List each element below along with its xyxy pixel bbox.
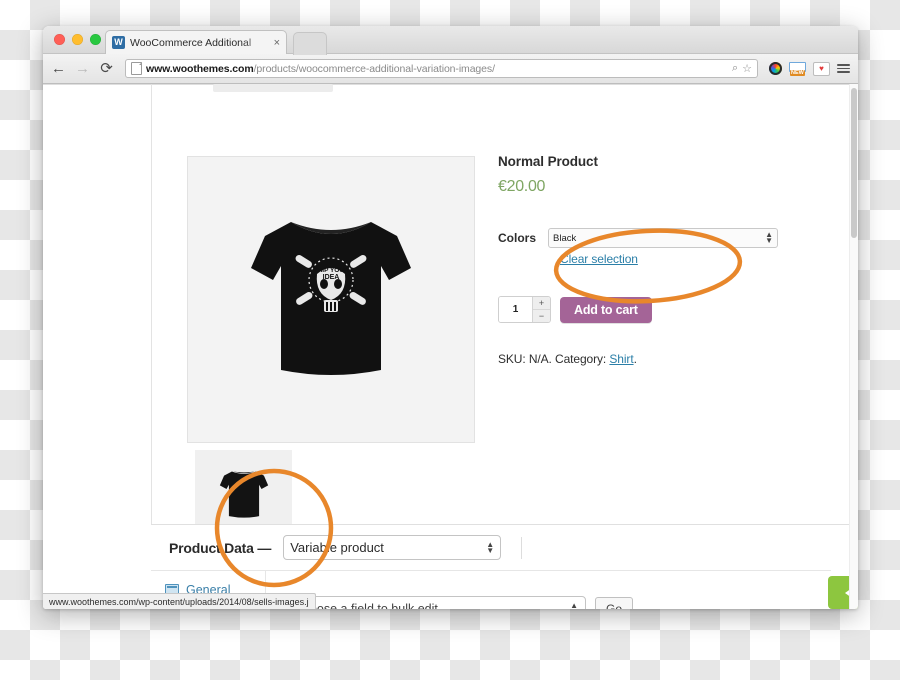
browser-toolbar: ← → ⟳ www.woothemes.com/products/woocomm… [43, 54, 858, 84]
quantity-stepper[interactable]: 1 + − [498, 296, 551, 323]
product-type-select[interactable]: Variable product ▲ ▼ [283, 535, 502, 560]
product-data-heading: Product Data — [169, 539, 272, 556]
heart-extension-icon[interactable]: ♥ [813, 61, 830, 76]
browser-titlebar: W WooCommerce Additional × [43, 26, 858, 55]
product-meta-sku: SKU: N/A. Category: [498, 352, 610, 366]
url-domain: www.woothemes.com [146, 62, 254, 75]
chevron-updown-icon: ▲▼ [570, 601, 578, 609]
status-bar: www.woothemes.com/wp-content/uploads/201… [43, 593, 316, 609]
browser-tab-title: WooCommerce Additional [130, 36, 252, 49]
quantity-buttons: + − [532, 297, 550, 322]
search-icon[interactable]: ⌕ [732, 62, 738, 75]
status-bar-url: www.woothemes.com/wp-content/uploads/201… [49, 596, 309, 607]
variation-attribute-row: Colors Black ▲ ▼ [498, 228, 828, 248]
url-path: /products/woocommerce-additional-variati… [253, 62, 495, 75]
quantity-value[interactable]: 1 [499, 297, 532, 322]
chevron-updown-icon: ▲▼ [486, 539, 495, 555]
product-meta: SKU: N/A. Category: Shirt. [498, 352, 828, 366]
bulk-edit-select[interactable]: Choose a field to bulk edit... ▲▼ [286, 596, 586, 609]
browser-tab[interactable]: W WooCommerce Additional × [105, 30, 287, 54]
tshirt-back-illustration [219, 471, 268, 518]
bulk-edit-row: Choose a field to bulk edit... ▲▼ Go [266, 571, 831, 609]
tshirt-front-illustration: SHIP YOUR IDEA [251, 221, 411, 375]
chevron-updown-icon: ▲▼ [765, 230, 774, 245]
product-main-image[interactable]: SHIP YOUR IDEA [187, 156, 475, 443]
page-scrollbar-thumb[interactable] [851, 88, 857, 238]
page-placeholder-bar [213, 84, 333, 92]
woocommerce-favicon: W [112, 36, 125, 49]
product-meta-period: . [633, 352, 637, 366]
maximize-window-button[interactable] [90, 34, 101, 45]
bulk-edit-value: Choose a field to bulk edit... [294, 602, 449, 609]
minimize-window-button[interactable] [72, 34, 83, 45]
browser-window: W WooCommerce Additional × ← → ⟳ www.woo… [43, 26, 858, 609]
quantity-increment-button[interactable]: + [533, 297, 550, 310]
forward-icon[interactable]: → [75, 61, 90, 76]
product-summary: Normal Product €20.00 Colors Black ▲ ▼ Cl… [498, 154, 828, 366]
page-info-icon [131, 62, 142, 75]
bookmark-star-icon[interactable]: ☆ [742, 62, 752, 75]
add-to-cart-button[interactable]: Add to cart [560, 296, 652, 323]
svg-text:SHIP YOUR: SHIP YOUR [313, 267, 349, 274]
extension-icons: NEW ♥ [769, 61, 850, 76]
close-tab-icon[interactable]: × [274, 37, 280, 49]
add-to-cart-row: 1 + − Add to cart [498, 296, 828, 323]
close-window-button[interactable] [54, 34, 65, 45]
clear-selection-link[interactable]: Clear selection [560, 252, 638, 266]
product-price: €20.00 [498, 178, 546, 195]
bulk-edit-go-button[interactable]: Go [595, 597, 634, 609]
reload-icon[interactable]: ⟳ [99, 61, 114, 76]
page-scrollbar[interactable] [849, 84, 858, 609]
colors-select[interactable]: Black ▲ ▼ [548, 228, 779, 248]
address-bar[interactable]: www.woothemes.com/products/woocommerce-a… [125, 59, 758, 78]
new-badge: NEW [790, 70, 805, 76]
heart-glyph: ♥ [819, 63, 824, 73]
product-type-value: Variable product [290, 540, 384, 555]
color-orb-extension-icon[interactable] [769, 62, 782, 75]
page-viewport: SHIP YOUR IDEA Normal Product €20.00 Col… [43, 84, 858, 609]
window-controls [54, 34, 101, 45]
new-tab-button[interactable] [293, 32, 327, 55]
header-divider [521, 536, 523, 559]
product-title: Normal Product [498, 154, 598, 169]
svg-text:IDEA: IDEA [323, 274, 340, 281]
screenshot-extension-icon[interactable]: NEW [789, 62, 806, 76]
category-link-shirt[interactable]: Shirt [609, 352, 633, 366]
back-icon[interactable]: ← [51, 61, 66, 76]
attribute-label-colors: Colors [498, 231, 537, 245]
colors-select-value: Black [553, 232, 577, 244]
product-data-header: Product Data — Variable product ▲ ▼ [151, 525, 831, 571]
address-bar-url: www.woothemes.com/products/woocommerce-a… [146, 63, 728, 75]
browser-menu-icon[interactable] [837, 63, 850, 74]
page-top-rule [43, 84, 858, 85]
quantity-decrement-button[interactable]: − [533, 310, 550, 322]
